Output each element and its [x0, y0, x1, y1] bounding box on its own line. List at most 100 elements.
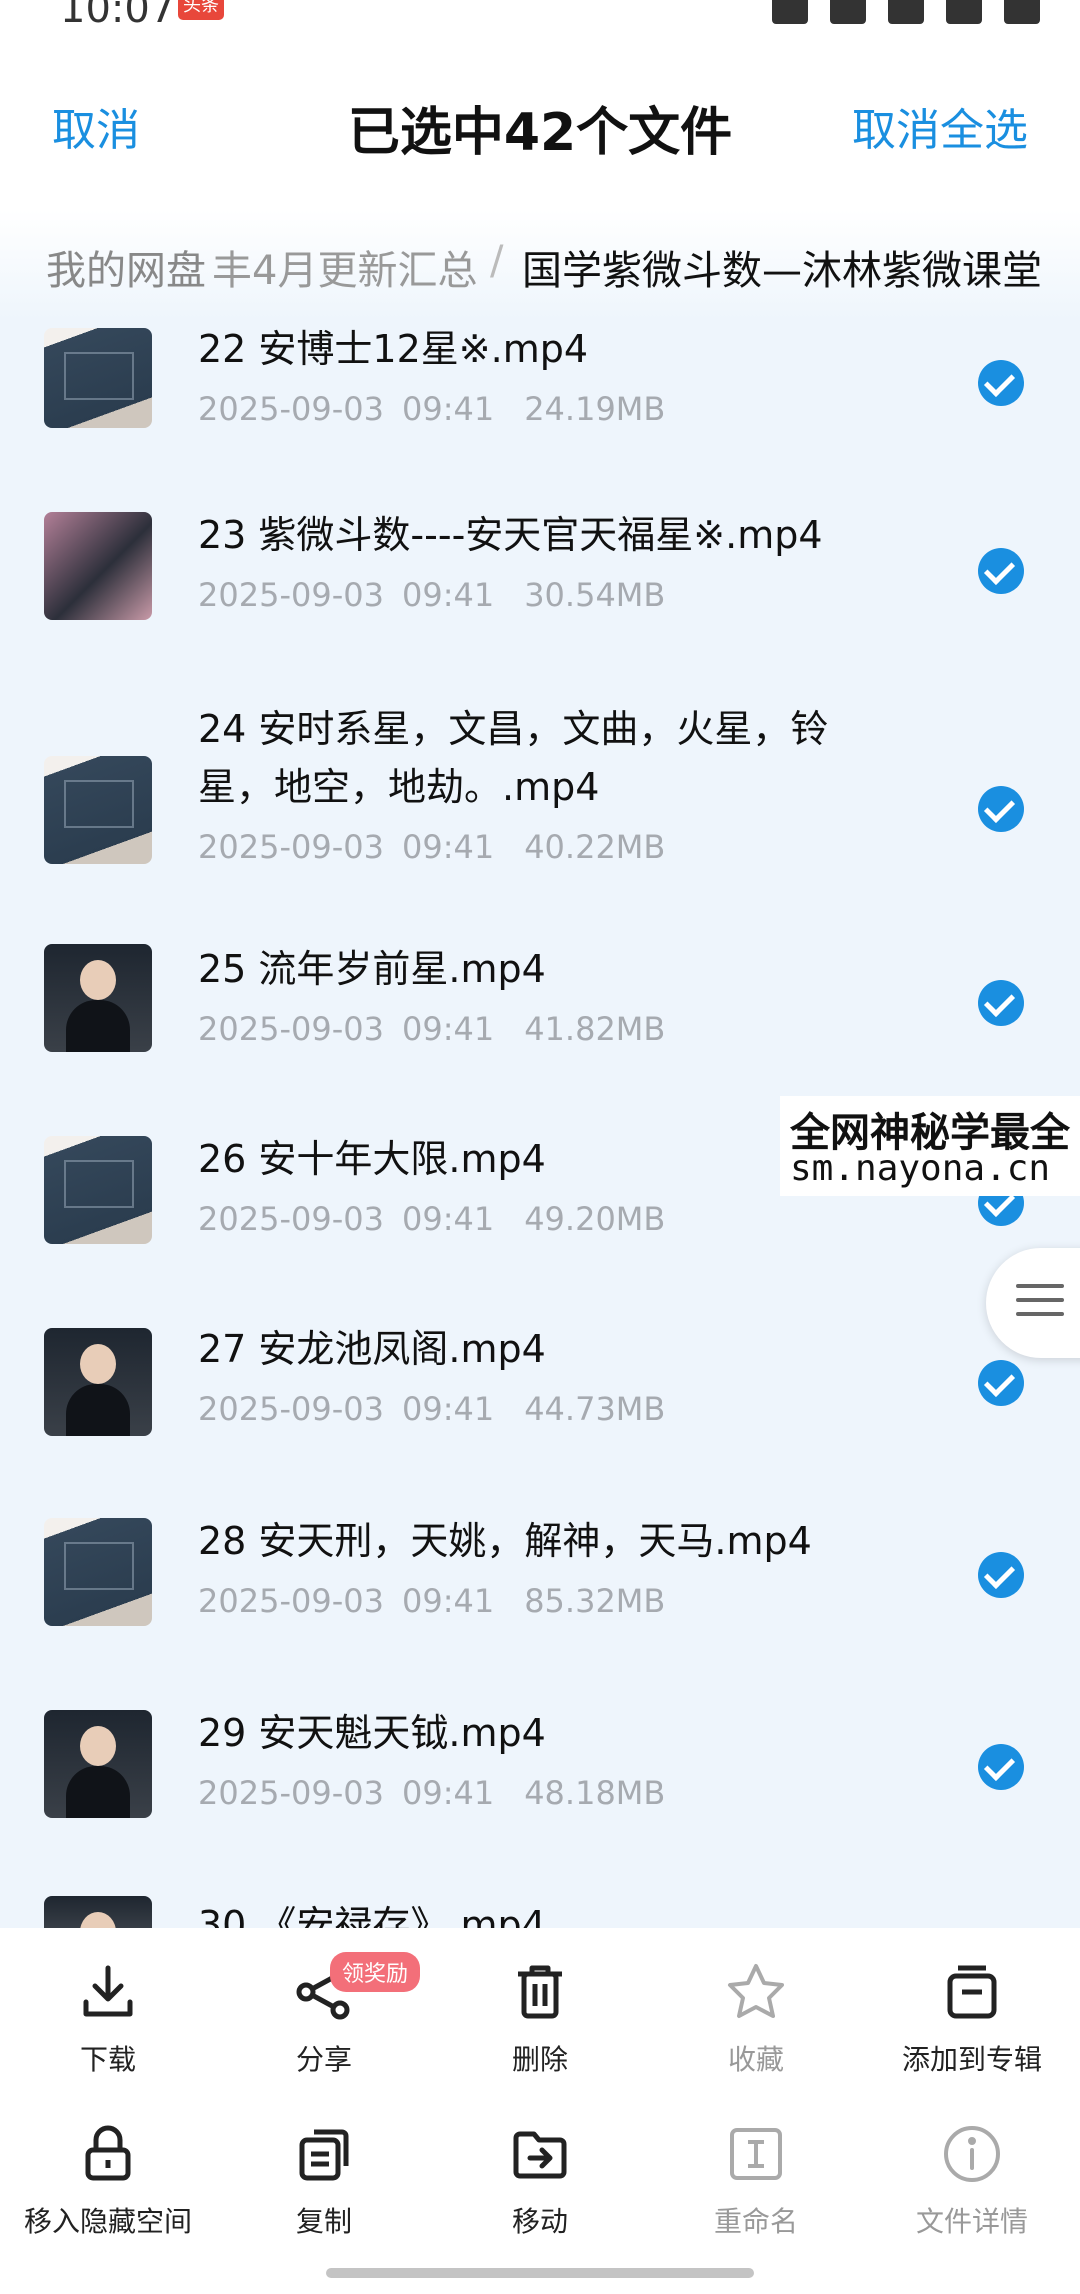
file-time: 09:41	[401, 1200, 495, 1238]
file-time: 09:41	[401, 576, 495, 614]
selected-check-icon[interactable]	[978, 1744, 1024, 1790]
file-thumbnail	[44, 1710, 152, 1818]
signal-icon	[946, 0, 982, 24]
file-date: 2025-09-03	[198, 1010, 384, 1048]
file-thumbnail	[44, 1328, 152, 1436]
file-details-label: 文件详情	[915, 2205, 1028, 2238]
rename-button[interactable]: 重命名	[648, 2122, 864, 2240]
file-size: 30.54MB	[524, 576, 666, 614]
dnd-icon	[830, 0, 866, 24]
app-badge: 头条	[178, 0, 224, 20]
file-thumbnail	[44, 512, 152, 620]
file-meta: 2025-09-03 09:41 48.18MB	[198, 1774, 665, 1812]
action-toolbar: 下载 分享 领奖励 删除 收藏 添加到专辑 移入隐藏空间 复制 移动 重命名 文…	[0, 1928, 1080, 2294]
selected-check-icon[interactable]	[978, 1360, 1024, 1406]
delete-label: 删除	[511, 2043, 568, 2076]
watermark-overlay: 全网神秘学最全 sm.nayona.cn	[780, 1096, 1080, 1196]
file-size: 44.73MB	[524, 1390, 666, 1428]
file-name: 30 《安禄存》.mp4	[198, 1903, 546, 1928]
selection-header: 取消 已选中42个文件 取消全选	[0, 40, 1080, 210]
wifi-icon	[888, 0, 924, 24]
file-name: 26 安十年大限.mp4	[198, 1137, 546, 1181]
file-size: 48.18MB	[524, 1774, 666, 1812]
watermark-line2: sm.nayona.cn	[790, 1148, 1051, 1189]
file-name: 23 紫微斗数----安天官天福星※.mp4	[198, 513, 823, 557]
selected-check-icon[interactable]	[978, 980, 1024, 1026]
file-meta: 2025-09-03 09:41 85.32MB	[198, 1582, 665, 1620]
file-details-button[interactable]: 文件详情	[864, 2122, 1080, 2240]
delete-button[interactable]: 删除	[432, 1960, 648, 2078]
add-to-album-button[interactable]: 添加到专辑	[864, 1960, 1080, 2078]
status-icons	[772, 0, 1040, 24]
trash-icon	[518, 1965, 562, 2019]
home-indicator[interactable]	[326, 2268, 754, 2278]
move-to-hidden-button[interactable]: 移入隐藏空间	[0, 2122, 216, 2240]
download-label: 下载	[79, 2043, 136, 2076]
move-folder-icon	[513, 2131, 567, 2179]
file-date: 2025-09-03	[198, 1390, 384, 1428]
file-name: 27 安龙池凤阁.mp4	[198, 1327, 546, 1371]
reward-badge[interactable]: 领奖励	[330, 1952, 421, 1992]
download-icon	[83, 1965, 133, 2017]
file-thumbnail	[44, 1136, 152, 1244]
favorite-label: 收藏	[727, 2043, 784, 2076]
battery-icon	[1004, 0, 1040, 24]
star-icon	[728, 1964, 784, 2018]
file-meta: 2025-09-03 09:41 30.54MB	[198, 576, 665, 614]
status-bar: 10:07 头条	[0, 0, 1080, 40]
file-date: 2025-09-03	[198, 1774, 384, 1812]
deselect-all-button[interactable]: 取消全选	[852, 94, 1028, 158]
add-to-album-label: 添加到专辑	[901, 2043, 1042, 2076]
file-size: 24.19MB	[524, 390, 666, 428]
move-button[interactable]: 移动	[432, 2122, 648, 2240]
file-date: 2025-09-03	[198, 390, 384, 428]
selected-check-icon[interactable]	[978, 1552, 1024, 1598]
file-thumbnail	[44, 1518, 152, 1626]
file-time: 09:41	[401, 1774, 495, 1812]
breadcrumb-root[interactable]: 我的网盘	[46, 238, 206, 296]
file-name: 25 流年岁前星.mp4	[198, 947, 546, 991]
share-label: 分享	[295, 2043, 352, 2076]
move-to-hidden-label: 移入隐藏空间	[23, 2205, 192, 2238]
status-time: 10:07	[60, 0, 176, 32]
selected-check-icon[interactable]	[978, 360, 1024, 406]
file-size: 49.20MB	[524, 1200, 666, 1238]
breadcrumb-current: 国学紫微斗数—沐林紫微课堂	[522, 248, 1042, 294]
file-meta: 2025-09-03 09:41 40.22MB	[198, 828, 665, 866]
file-meta: 2025-09-03 09:41 44.73MB	[198, 1390, 665, 1428]
copy-label: 复制	[295, 2205, 352, 2238]
file-size: 85.32MB	[524, 1582, 666, 1620]
file-thumbnail	[44, 944, 152, 1052]
file-date: 2025-09-03	[198, 1582, 384, 1620]
lte-icon	[772, 0, 808, 24]
file-name: 24 安时系星，文昌，文曲，火星，铃星，地空，地劫。.mp4	[198, 707, 829, 809]
file-meta: 2025-09-03 09:41 49.20MB	[198, 1200, 665, 1238]
selected-check-icon[interactable]	[978, 548, 1024, 594]
rename-label: 重命名	[713, 2205, 798, 2238]
file-date: 2025-09-03	[198, 1200, 384, 1238]
file-time: 09:41	[401, 390, 495, 428]
favorite-button[interactable]: 收藏	[648, 1960, 864, 2078]
file-time: 09:41	[401, 828, 495, 866]
file-size: 41.82MB	[524, 1010, 666, 1048]
file-thumbnail	[44, 756, 152, 864]
file-name: 22 安博士12星※.mp4	[198, 327, 589, 371]
copy-button[interactable]: 复制	[216, 2122, 432, 2240]
file-thumbnail	[44, 1896, 152, 1928]
file-time: 09:41	[401, 1582, 495, 1620]
file-meta: 2025-09-03 09:41 24.19MB	[198, 390, 665, 428]
file-name: 28 安天刑，天姚，解神，天马.mp4	[198, 1519, 812, 1563]
download-button[interactable]: 下载	[0, 1960, 216, 2078]
file-time: 09:41	[401, 1010, 495, 1048]
selected-check-icon[interactable]	[978, 786, 1024, 832]
file-time: 09:41	[401, 1390, 495, 1428]
move-label: 移动	[511, 2205, 568, 2238]
file-size: 40.22MB	[524, 828, 666, 866]
file-date: 2025-09-03	[198, 828, 384, 866]
info-icon	[944, 2126, 1000, 2182]
file-date: 2025-09-03	[198, 576, 384, 614]
breadcrumb-middle[interactable]: 丰4月更新汇总	[212, 238, 477, 296]
file-meta: 2025-09-03 09:41 41.82MB	[198, 1010, 665, 1048]
breadcrumb-separator: /	[490, 238, 504, 284]
rename-icon	[730, 2128, 782, 2180]
